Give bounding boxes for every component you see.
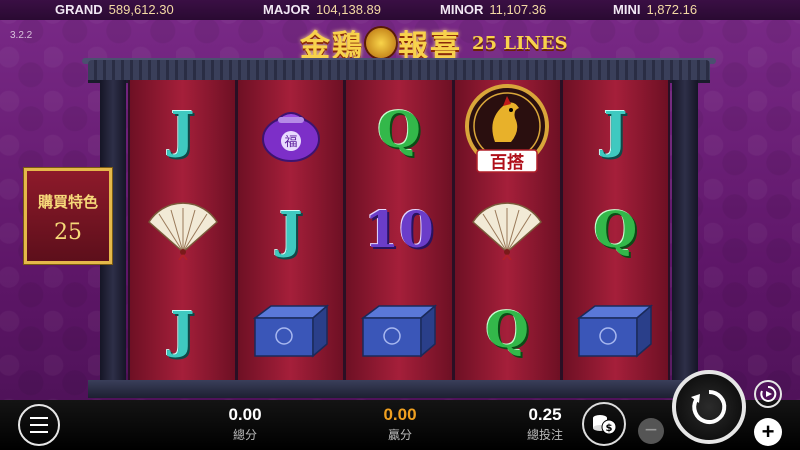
jackpot-minor-label: MINOR [440, 2, 484, 17]
total-win-display: 0.00 總分 [205, 405, 285, 443]
reel-grid: J J 福 J Q 10 百搭 Q J Q [128, 80, 670, 380]
win-value: 0.00 [383, 405, 417, 424]
blue-box-icon [577, 304, 654, 358]
symbol-q: Q [485, 300, 529, 359]
spin-button[interactable] [672, 370, 746, 444]
reel-cell [130, 180, 235, 280]
reel-cell: Q [563, 180, 668, 280]
win-display: 0.00 贏分 [360, 405, 440, 443]
symbol-j: J [170, 300, 195, 359]
jackpot-grand-label: GRAND [55, 2, 103, 17]
total-bet-value: 0.25 [528, 405, 562, 424]
reel-cell [455, 180, 560, 280]
rooster-wild-icon: 百搭 [465, 84, 550, 173]
jackpot-mini-value: 1,872.16 [646, 2, 698, 17]
bag-glyph: 福 [284, 135, 297, 150]
jackpot-major-value: 104,138.89 [315, 2, 382, 17]
buy-feature-value: 25 [54, 220, 82, 245]
reel-cell: J [238, 180, 343, 280]
right-pillar [672, 80, 698, 385]
wild-label: 百搭 [490, 152, 525, 173]
increase-bet-button[interactable]: + [754, 418, 782, 446]
buy-feature-label: 購買特色 [37, 194, 98, 211]
reel-1: J J [130, 80, 236, 380]
svg-text:$: $ [606, 423, 613, 434]
jackpot-minor-value: 11,107.36 [489, 2, 547, 17]
decrease-bet-button[interactable]: − [638, 418, 664, 444]
rooster-logo-icon [366, 28, 396, 58]
menu-icon-line [30, 424, 48, 426]
win-label: 贏分 [387, 428, 412, 442]
symbol-10: 10 [364, 200, 434, 259]
jackpot-mini: MINI 1,872.16 [613, 2, 697, 17]
temple-base [88, 380, 710, 398]
bet-coins-button[interactable]: $ [582, 402, 626, 446]
reel-cell: Q [346, 80, 451, 180]
symbol-q: Q [593, 200, 638, 259]
total-win-value: 0.00 [228, 405, 262, 424]
reel-cell: J [563, 80, 668, 180]
reel-cell [563, 280, 668, 380]
total-bet-label: 總投注 [526, 428, 563, 442]
fan-icon [147, 202, 218, 260]
jackpot-grand-value: 589,612.30 [108, 2, 174, 17]
reel-cell: 百搭 [455, 80, 560, 180]
title-lines: 25 LINES [472, 32, 568, 54]
total-win-label: 總分 [232, 428, 257, 442]
reel-cell [346, 280, 451, 380]
version-label: 3.2.2 [10, 30, 33, 41]
autoplay-button[interactable] [754, 380, 782, 408]
blue-box-icon [360, 304, 438, 358]
jackpot-major-label: MAJOR [263, 2, 310, 17]
jackpot-minor: MINOR 11,107.36 [440, 2, 546, 17]
reel-cell: Q [455, 280, 560, 380]
symbol-j: J [278, 200, 303, 259]
lucky-bag-icon: 福 [261, 112, 320, 162]
reel-cell: J [130, 280, 235, 380]
reel-cell: J [130, 80, 235, 180]
menu-icon-line [30, 417, 48, 419]
spin-arrow-icon [691, 389, 727, 424]
reel-2: 福 J [238, 80, 344, 380]
reel-5: J Q [562, 80, 669, 380]
fan-icon [472, 202, 543, 260]
reel-cell [238, 280, 343, 380]
buy-feature-button[interactable]: 購買特色 25 [23, 167, 113, 265]
jackpot-mini-label: MINI [613, 2, 641, 17]
reel-4: 百搭 Q [454, 80, 560, 380]
symbol-q: Q [377, 100, 421, 159]
coins-icon: $ [593, 415, 617, 435]
reel-cell: 10 [346, 180, 451, 280]
reel-3: Q 10 [346, 80, 452, 380]
total-bet-display: 0.25 總投注 [505, 405, 585, 443]
symbol-j: J [603, 100, 628, 159]
jackpot-major: MAJOR 104,138.89 [263, 2, 381, 17]
menu-icon-line [30, 431, 48, 433]
autoplay-icon [760, 385, 777, 402]
menu-button[interactable] [18, 404, 60, 446]
blue-box-icon [252, 304, 329, 358]
symbol-j: J [170, 100, 195, 159]
reel-cell: 福 [238, 80, 343, 180]
jackpot-grand: GRAND 589,612.30 [55, 2, 174, 17]
jackpot-bar: GRAND 589,612.30 MAJOR 104,138.89 MINOR 11,… [0, 0, 800, 20]
